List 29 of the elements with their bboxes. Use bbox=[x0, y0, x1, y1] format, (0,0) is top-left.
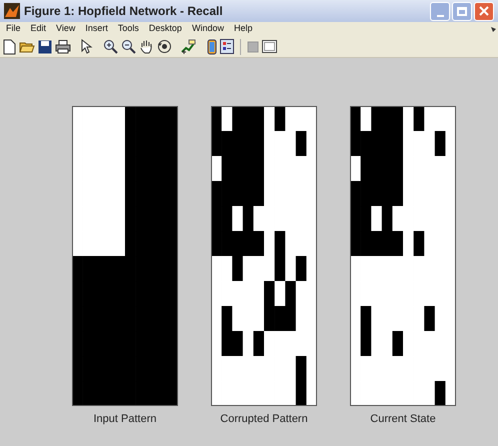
window-title: Figure 1: Hopfield Network - Recall bbox=[24, 3, 223, 20]
zoom-in-icon[interactable] bbox=[103, 39, 118, 54]
pointer-icon[interactable] bbox=[81, 39, 93, 54]
menu-item[interactable]: View bbox=[52, 22, 80, 36]
menu-item[interactable]: Help bbox=[230, 22, 256, 36]
axis-label: Current State bbox=[370, 412, 436, 427]
new-file-icon[interactable] bbox=[3, 38, 16, 54]
menu-item[interactable]: Desktop bbox=[144, 22, 186, 36]
save-icon[interactable] bbox=[38, 40, 52, 54]
legend-icon[interactable] bbox=[220, 39, 234, 54]
rotate-icon[interactable] bbox=[157, 39, 172, 54]
dock-arrow-icon[interactable] bbox=[491, 26, 496, 32]
axis-label: Input Pattern bbox=[94, 412, 156, 427]
hand-icon[interactable] bbox=[139, 39, 154, 54]
figure-logo-icon bbox=[4, 3, 20, 19]
data-cursor-icon[interactable] bbox=[181, 39, 196, 54]
zoom-out-icon[interactable] bbox=[121, 39, 136, 54]
open-folder-icon[interactable] bbox=[19, 40, 35, 54]
show-plot-tools-icon[interactable] bbox=[262, 40, 277, 53]
menu-item[interactable]: Window bbox=[188, 22, 228, 36]
menu-item[interactable]: File bbox=[2, 22, 25, 36]
colorbar-icon[interactable] bbox=[207, 38, 217, 54]
print-icon[interactable] bbox=[55, 40, 71, 54]
axis-label: Corrupted Pattern bbox=[220, 412, 308, 427]
close-button[interactable] bbox=[474, 2, 494, 20]
menu-item[interactable]: Insert bbox=[81, 22, 112, 36]
menu-item[interactable]: Tools bbox=[114, 22, 143, 36]
menu-item[interactable]: Edit bbox=[26, 22, 50, 36]
close-icon bbox=[479, 6, 489, 16]
